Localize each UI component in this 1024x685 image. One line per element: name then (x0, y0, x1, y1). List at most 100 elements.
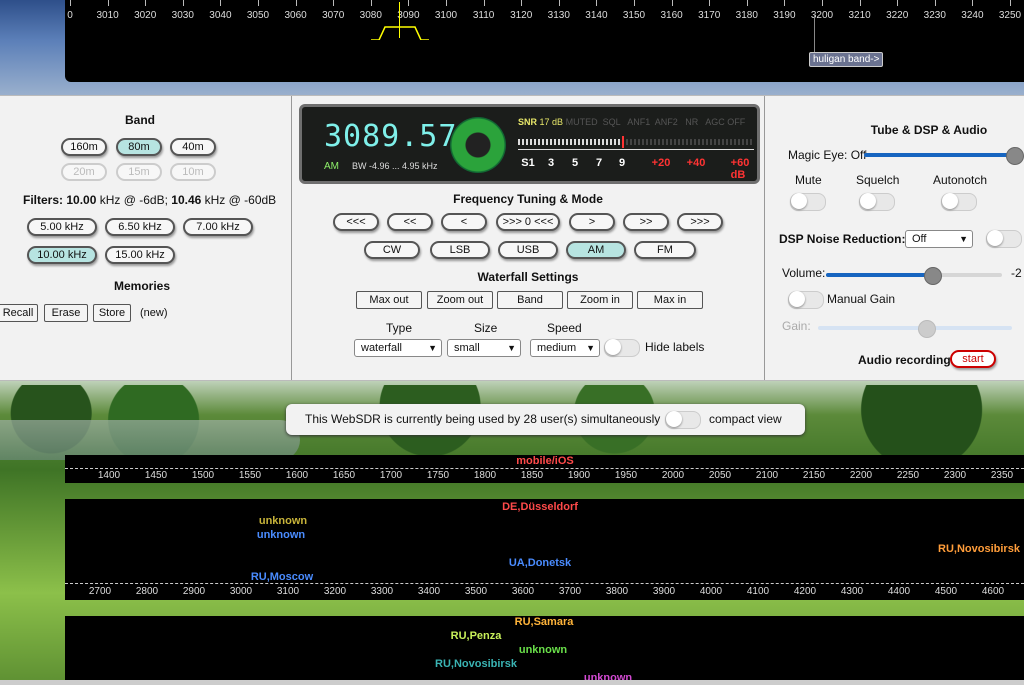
spot-label[interactable]: mobile/iOS (516, 455, 573, 467)
spot-label[interactable]: RU,Penza (451, 630, 502, 642)
tick-label: 3110 (472, 10, 495, 21)
band-40m-button[interactable]: 40m (170, 138, 216, 156)
manual-gain-toggle[interactable] (788, 291, 824, 309)
tick-mark (70, 0, 71, 6)
band-20m-button[interactable]: 20m (61, 163, 107, 181)
band-marker-label[interactable]: huligan band-> (809, 52, 884, 67)
tick-label: 3900 (652, 586, 676, 597)
filter-5khz-button[interactable]: 5.00 kHz (27, 218, 97, 236)
mode-cw-button[interactable]: CW (364, 241, 420, 259)
waterfall-max-out-button[interactable]: Max out (356, 291, 422, 309)
tick-label: 3150 (622, 10, 646, 21)
tune-down-large-button[interactable]: <<< (333, 213, 379, 231)
tick-label: 3800 (605, 586, 629, 597)
spot-label[interactable]: unknown (259, 515, 307, 527)
tick-label: 1600 (285, 470, 309, 481)
compact-view-toggle[interactable] (665, 411, 701, 429)
autonotch-toggle[interactable] (941, 193, 977, 211)
spot-label[interactable]: UA,Donetsk (509, 557, 571, 569)
type-label: Type (386, 321, 413, 335)
tick-label: 3010 (96, 10, 119, 21)
frequency-readout[interactable]: 3089.57 (324, 119, 457, 154)
tick-mark (558, 0, 560, 6)
mode-am-button[interactable]: AM (566, 241, 626, 259)
tick-mark (934, 0, 936, 6)
magic-eye-slider[interactable] (864, 147, 1024, 165)
tune-round-button[interactable]: >>> 0 <<< (496, 213, 560, 231)
tick-label: 3170 (698, 10, 721, 21)
band-80m-button[interactable]: 80m (116, 138, 162, 156)
tune-down-medium-button[interactable]: << (387, 213, 433, 231)
noise-reduction-toggle[interactable] (986, 230, 1022, 248)
waterfall-speed-select[interactable]: medium ▼ (530, 339, 600, 357)
horizontal-scrollbar[interactable] (0, 680, 1024, 685)
spot-label[interactable]: unknown (257, 529, 305, 541)
band-160m-button[interactable]: 160m (61, 138, 107, 156)
tick-label: 1450 (144, 470, 168, 481)
tick-label: 3400 (417, 586, 441, 597)
lower-waterfall-3[interactable]: RU,Samara RU,Penza unknown RU,Novosibirs… (65, 616, 1024, 684)
mute-toggle[interactable] (790, 193, 826, 211)
tick-label: 3250 (998, 10, 1022, 21)
tick-mark (634, 0, 635, 6)
tick-label: 4600 (981, 586, 1005, 597)
spot-label[interactable]: RU,Novosibirsk (435, 658, 517, 670)
memory-recall-button[interactable]: Recall (0, 304, 38, 322)
tune-up-medium-button[interactable]: >> (623, 213, 669, 231)
tick-label: 3060 (284, 10, 307, 21)
top-waterfall[interactable]: 0 3010 3020 3030 3040 3050 3060 3070 3080 3090 310… (65, 0, 1024, 82)
tick-label: 1650 (332, 470, 356, 481)
passband-shape[interactable] (371, 24, 429, 40)
memory-store-button[interactable]: Store (93, 304, 131, 322)
tune-up-small-button[interactable]: > (569, 213, 615, 231)
mode-lsb-button[interactable]: LSB (430, 241, 490, 259)
hide-labels-toggle[interactable] (604, 339, 640, 357)
filter-7khz-button[interactable]: 7.00 kHz (183, 218, 253, 236)
radio-display: 3089.57 AM BW -4.96 ... 4.95 kHz SNR 17 … (299, 104, 760, 184)
tick-label: 2900 (182, 586, 206, 597)
spot-label[interactable]: unknown (519, 644, 567, 656)
gain-slider[interactable] (818, 320, 1012, 338)
waterfall-size-select[interactable]: small ▼ (447, 339, 521, 357)
tick-mark (370, 0, 372, 6)
memory-erase-button[interactable]: Erase (44, 304, 88, 322)
tick-label: 4000 (699, 586, 723, 597)
band-title: Band (125, 113, 155, 127)
tick-mark (709, 0, 711, 6)
filter-6-5khz-button[interactable]: 6.50 kHz (105, 218, 175, 236)
mode-fm-button[interactable]: FM (634, 241, 696, 259)
band-column: Band 160m 80m 40m 20m 15m 10m Filters: 1… (0, 96, 290, 380)
tick-label: 1750 (426, 470, 450, 481)
band-10m-button[interactable]: 10m (170, 163, 216, 181)
top-frequency-scale[interactable]: 0 3010 3020 3030 3040 3050 3060 3070 3080 3090 310… (65, 0, 1024, 24)
chevron-down-icon: ▼ (507, 343, 516, 353)
waterfall-max-in-button[interactable]: Max in (637, 291, 703, 309)
spot-label[interactable]: RU,Moscow (251, 571, 313, 583)
waterfall-zoom-in-button[interactable]: Zoom in (567, 291, 633, 309)
lower-waterfall-2[interactable]: DE,Düsseldorf unknown unknown RU,Novosib… (65, 499, 1024, 600)
tick-label: 3300 (370, 586, 394, 597)
type-select-value: waterfall (361, 342, 402, 354)
volume-slider[interactable] (826, 267, 1002, 285)
waterfall-band-button[interactable]: Band (497, 291, 563, 309)
noise-reduction-select[interactable]: Off ▼ (905, 230, 973, 248)
tune-up-large-button[interactable]: >>> (677, 213, 723, 231)
tune-down-small-button[interactable]: < (441, 213, 487, 231)
mode-usb-button[interactable]: USB (498, 241, 558, 259)
waterfall-type-select[interactable]: waterfall ▼ (354, 339, 442, 357)
waterfall-zoom-out-button[interactable]: Zoom out (427, 291, 493, 309)
autonotch-label: Autonotch (933, 173, 988, 187)
mute-label: Mute (795, 173, 822, 187)
filter-15khz-button[interactable]: 15.00 kHz (105, 246, 175, 264)
spot-label[interactable]: RU,Samara (515, 616, 574, 628)
filter-text-60db: kHz @ -60dB (201, 193, 277, 207)
compact-view-label: compact view (709, 412, 782, 426)
filter-10khz-button[interactable]: 10.00 kHz (27, 246, 97, 264)
band-15m-button[interactable]: 15m (116, 163, 162, 181)
spot-label[interactable]: DE,Düsseldorf (502, 501, 578, 513)
lower-waterfall-1[interactable]: mobile/iOS 1400 1450 1500 1550 1600 1650 1700 1… (65, 455, 1024, 483)
spot-label[interactable]: RU,Novosibirsk (938, 543, 1020, 555)
recording-start-button[interactable]: start (950, 350, 996, 368)
squelch-toggle[interactable] (859, 193, 895, 211)
tick-label: 1500 (191, 470, 215, 481)
